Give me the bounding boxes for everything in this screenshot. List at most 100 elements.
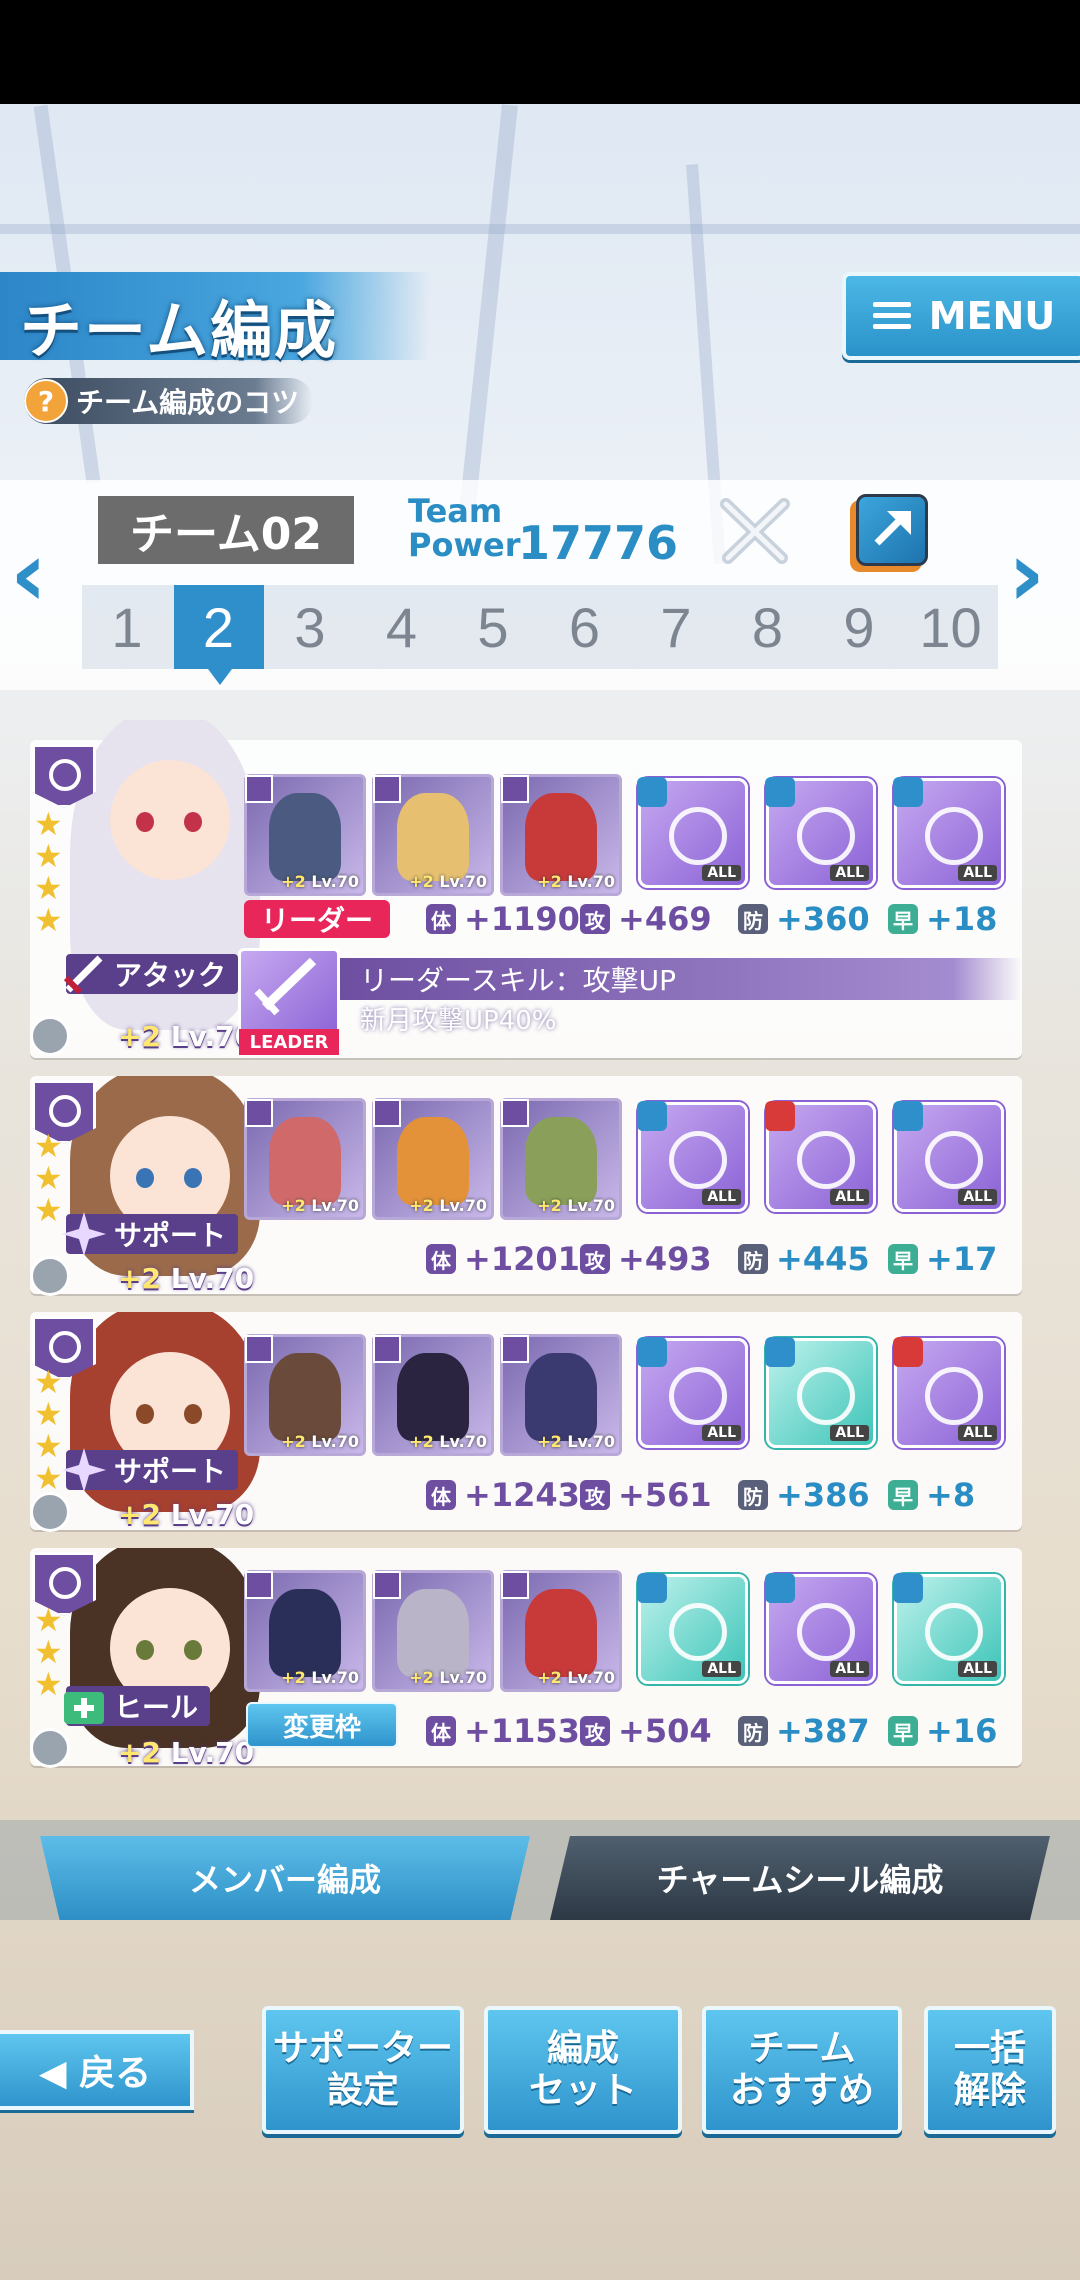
member-card[interactable]: +2 Lv.70 xyxy=(500,774,622,896)
feather-icon xyxy=(30,1492,70,1532)
seal-scope-label: ALL xyxy=(702,1661,741,1677)
seal-type-icon xyxy=(765,777,795,807)
portrait-eye xyxy=(136,1168,154,1188)
supporter-settings-button[interactable]: サポーター 設定 xyxy=(262,2006,464,2134)
stat-defense-value: +386 xyxy=(776,1476,870,1514)
seal-scope-label: ALL xyxy=(958,865,997,881)
charm-seal[interactable]: ALL xyxy=(765,777,876,888)
back-button[interactable]: ◀ 戻る xyxy=(0,2030,194,2110)
attribute-icon xyxy=(501,775,529,803)
team-tab-6[interactable]: 6 xyxy=(540,585,630,669)
team-power-value: 17776 xyxy=(518,516,679,570)
stat-attack-value: +493 xyxy=(618,1240,712,1278)
tab-member-formation[interactable]: メンバー編成 xyxy=(40,1836,530,1920)
stat-defense-icon: 防 xyxy=(738,904,768,934)
crossed-swords-icon[interactable] xyxy=(716,494,794,568)
team-power-label: Team Power xyxy=(408,494,520,562)
page-title: チーム編成 xyxy=(20,294,339,367)
member-card[interactable]: +2 Lv.70 xyxy=(500,1098,622,1220)
charm-seal[interactable]: ALL xyxy=(893,777,1004,888)
team-recommend-button[interactable]: チーム おすすめ xyxy=(702,2006,902,2134)
stat-defense: 防 +445 xyxy=(738,1240,870,1278)
team-tab-3[interactable]: 3 xyxy=(265,585,355,669)
stat-hp: 体 +1190 xyxy=(426,900,580,938)
tab-charm-seal-formation[interactable]: チャームシール編成 xyxy=(550,1836,1050,1920)
card-level: +2 Lv.70 xyxy=(537,1196,615,1215)
seal-glyph-icon xyxy=(669,807,727,865)
team-tab-4[interactable]: 4 xyxy=(357,585,447,669)
tips-button[interactable]: ? チーム編成のコツ xyxy=(24,378,314,424)
export-icon[interactable] xyxy=(856,494,928,566)
member-card[interactable]: +2 Lv.70 xyxy=(244,1334,366,1456)
stat-speed-icon: 早 xyxy=(888,904,918,934)
role-label-support: サポート xyxy=(62,1448,239,1492)
clear-all-button[interactable]: 一括 解除 xyxy=(924,2006,1056,2134)
seal-scope-label: ALL xyxy=(702,1425,741,1441)
seal-glyph-icon xyxy=(797,1367,855,1425)
team-tab-2[interactable]: 2 xyxy=(173,585,264,685)
seal-glyph-icon xyxy=(669,1367,727,1425)
seal-glyph-icon xyxy=(669,1131,727,1189)
charm-seal[interactable]: ALL xyxy=(893,1101,1004,1212)
portrait-eye xyxy=(184,1640,202,1660)
portrait-eye xyxy=(136,1404,154,1424)
team-tab-8[interactable]: 8 xyxy=(723,585,813,669)
charm-seal[interactable]: ALL xyxy=(637,1337,748,1448)
stat-hp-icon: 体 xyxy=(426,1716,456,1746)
role-text: アタック xyxy=(114,959,227,992)
gear-icon xyxy=(30,1016,70,1056)
seal-glyph-icon xyxy=(669,1603,727,1661)
member-level: +2 Lv.70 xyxy=(118,1020,255,1053)
next-team-arrow[interactable]: › xyxy=(1008,530,1068,620)
card-portrait xyxy=(525,1589,597,1677)
button-label: 一括 xyxy=(953,2028,1026,2069)
leader-skill-icon: LEADER xyxy=(238,948,340,1055)
member-card[interactable]: +2 Lv.70 xyxy=(244,774,366,896)
seal-scope-label: ALL xyxy=(830,1189,869,1205)
member-card[interactable]: +2 Lv.70 xyxy=(372,774,494,896)
charm-seal[interactable]: ALL xyxy=(765,1573,876,1684)
leader-badge: リーダー xyxy=(244,900,390,938)
stat-speed: 早 +8 xyxy=(888,1476,975,1514)
seal-glyph-icon xyxy=(925,1367,983,1425)
stat-defense-icon: 防 xyxy=(738,1480,768,1510)
charm-seal[interactable]: ALL xyxy=(637,1101,748,1212)
team-tab-1[interactable]: 1 xyxy=(82,585,172,669)
menu-button[interactable]: MENU xyxy=(842,272,1080,360)
team-tab-10[interactable]: 10 xyxy=(906,585,996,669)
attribute-icon xyxy=(245,1335,273,1363)
card-portrait xyxy=(397,1117,469,1205)
button-label: 編成 xyxy=(546,2028,619,2069)
seal-glyph-icon xyxy=(797,1131,855,1189)
charm-seal[interactable]: ALL xyxy=(893,1573,1004,1684)
charm-seal[interactable]: ALL xyxy=(765,1101,876,1212)
stat-speed: 早 +17 xyxy=(888,1240,997,1278)
previous-team-arrow[interactable]: ‹ xyxy=(10,530,70,620)
charm-seal[interactable]: ALL xyxy=(637,777,748,888)
member-card[interactable]: +2 Lv.70 xyxy=(244,1570,366,1692)
team-tab-7[interactable]: 7 xyxy=(631,585,721,669)
charm-seal[interactable]: ALL xyxy=(765,1337,876,1448)
member-card[interactable]: +2 Lv.70 xyxy=(372,1334,494,1456)
role-label-support: サポート xyxy=(62,1212,239,1256)
formation-set-button[interactable]: 編成 セット xyxy=(484,2006,682,2134)
stat-hp-value: +1190 xyxy=(464,900,580,938)
seal-type-icon xyxy=(637,1337,667,1367)
member-card[interactable]: +2 Lv.70 xyxy=(372,1098,494,1220)
charm-seal[interactable]: ALL xyxy=(637,1573,748,1684)
charm-seal[interactable]: ALL xyxy=(893,1337,1004,1448)
card-portrait xyxy=(397,1589,469,1677)
member-card[interactable]: +2 Lv.70 xyxy=(500,1570,622,1692)
team-tab-5[interactable]: 5 xyxy=(448,585,538,669)
member-card[interactable]: +2 Lv.70 xyxy=(500,1334,622,1456)
attribute-icon xyxy=(245,775,273,803)
stat-hp: 体 +1243 xyxy=(426,1476,580,1514)
member-card[interactable]: +2 Lv.70 xyxy=(244,1098,366,1220)
team-tab-9[interactable]: 9 xyxy=(814,585,904,669)
portrait-eye xyxy=(184,812,202,832)
change-slot-button[interactable]: 変更枠 xyxy=(246,1702,398,1748)
member-card[interactable]: +2 Lv.70 xyxy=(372,1570,494,1692)
portrait-eye xyxy=(136,1640,154,1660)
stat-defense-value: +445 xyxy=(776,1240,870,1278)
attribute-icon xyxy=(373,775,401,803)
